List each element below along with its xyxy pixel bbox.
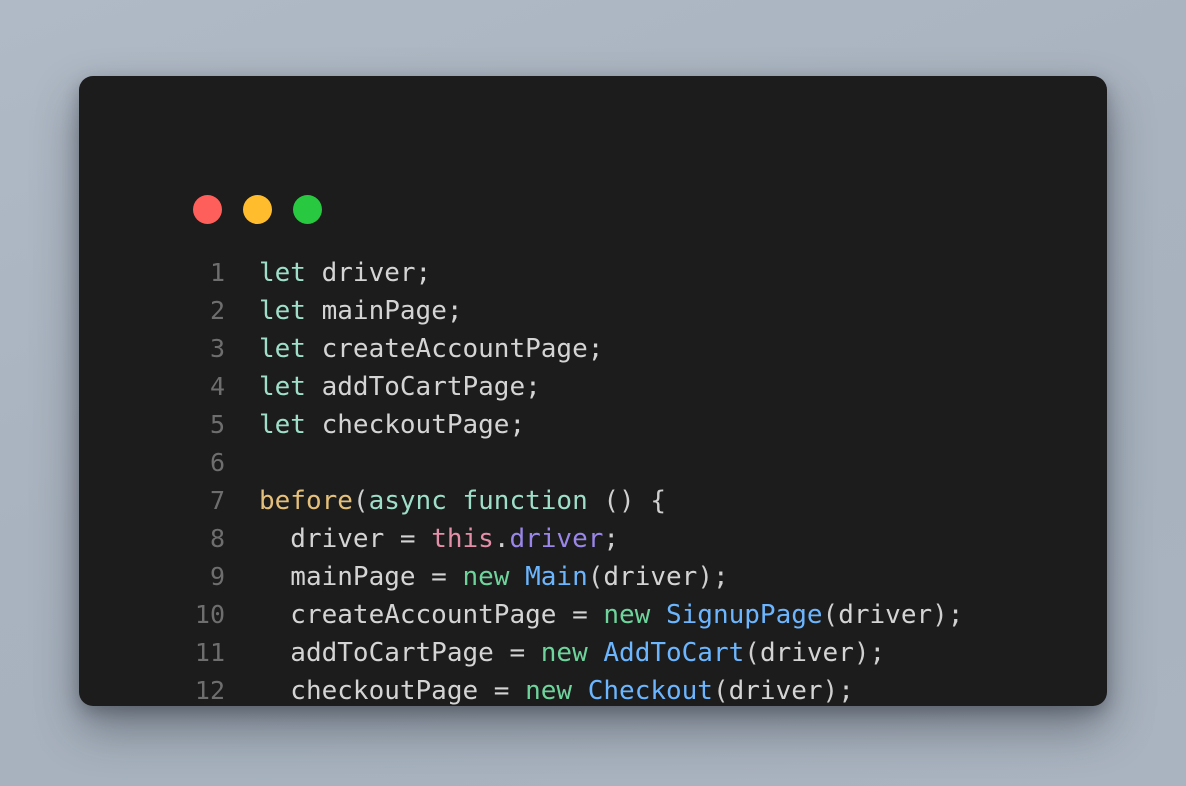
maximize-window-button[interactable] <box>293 195 322 224</box>
line-number: 7 <box>209 486 225 515</box>
code-line: 12 checkoutPage = new Checkout(driver); <box>158 672 1107 706</box>
line-content[interactable]: createAccountPage = new SignupPage(drive… <box>225 596 963 634</box>
line-content[interactable]: let mainPage; <box>225 292 463 330</box>
line-number: 3 <box>209 334 225 363</box>
line-number: 1 <box>209 258 225 287</box>
code-line: 5 let checkoutPage; <box>158 406 1107 444</box>
line-content[interactable]: let checkoutPage; <box>225 406 525 444</box>
code-line: 11 addToCartPage = new AddToCart(driver)… <box>158 634 1107 672</box>
line-content[interactable]: before(async function () { <box>225 482 666 520</box>
line-number: 9 <box>209 562 225 591</box>
code-line: 6 <box>158 444 1107 482</box>
line-content[interactable]: driver = this.driver; <box>225 520 619 558</box>
code-line: 9 mainPage = new Main(driver); <box>158 558 1107 596</box>
window-controls <box>193 195 322 224</box>
line-number: 5 <box>209 410 225 439</box>
line-content[interactable]: let driver; <box>225 254 431 292</box>
line-number: 8 <box>209 524 225 553</box>
minimize-window-button[interactable] <box>243 195 272 224</box>
line-content[interactable]: addToCartPage = new AddToCart(driver); <box>225 634 885 672</box>
line-number: 12 <box>194 676 225 705</box>
code-line: 3 let createAccountPage; <box>158 330 1107 368</box>
code-editor-area[interactable]: 1 let driver; 2 let mainPage; 3 let crea… <box>158 254 1107 706</box>
code-snippet-card: 1 let driver; 2 let mainPage; 3 let crea… <box>79 76 1107 706</box>
line-content[interactable]: checkoutPage = new Checkout(driver); <box>225 672 854 706</box>
code-line: 1 let driver; <box>158 254 1107 292</box>
line-content[interactable]: let addToCartPage; <box>225 368 541 406</box>
line-number: 10 <box>194 600 225 629</box>
line-number: 11 <box>194 638 225 667</box>
line-content[interactable]: mainPage = new Main(driver); <box>225 558 728 596</box>
line-number: 2 <box>209 296 225 325</box>
code-line: 4 let addToCartPage; <box>158 368 1107 406</box>
code-line: 8 driver = this.driver; <box>158 520 1107 558</box>
line-number: 4 <box>209 372 225 401</box>
code-line: 7 before(async function () { <box>158 482 1107 520</box>
code-line: 10 createAccountPage = new SignupPage(dr… <box>158 596 1107 634</box>
line-number: 6 <box>209 448 225 477</box>
line-content[interactable]: let createAccountPage; <box>225 330 603 368</box>
close-window-button[interactable] <box>193 195 222 224</box>
code-line: 2 let mainPage; <box>158 292 1107 330</box>
